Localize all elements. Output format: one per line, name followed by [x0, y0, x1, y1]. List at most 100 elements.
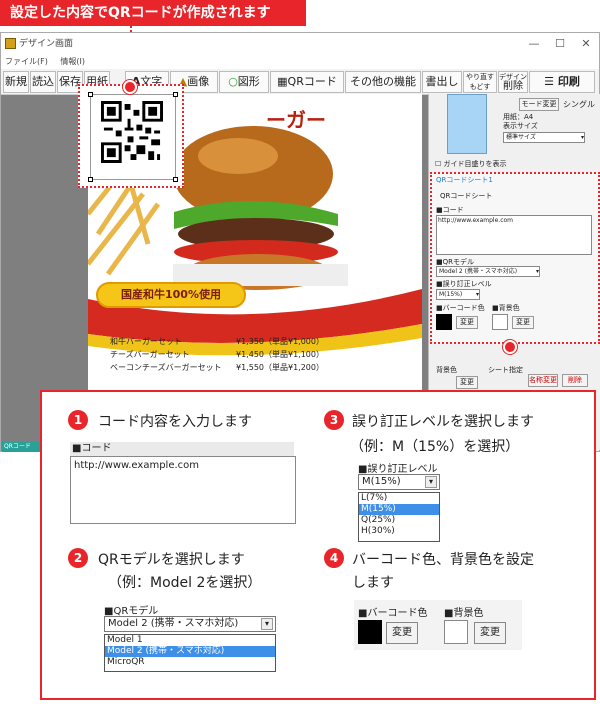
- model-option[interactable]: MicroQR: [105, 657, 275, 668]
- taskbar-tab[interactable]: QRコード: [2, 442, 42, 452]
- step-number: 4: [324, 548, 344, 568]
- ec-select[interactable]: M(15%) ▾: [436, 289, 480, 300]
- barcode-color-change-button[interactable]: 変更: [386, 622, 418, 644]
- poster-badge: 国産和牛100%使用: [96, 282, 246, 308]
- shape-button[interactable]: ○図形: [219, 71, 269, 93]
- step-example: （例：Model 2を選択）: [108, 575, 262, 591]
- ec-option-selected[interactable]: M(15%): [359, 504, 439, 515]
- new-button[interactable]: 新規: [3, 71, 29, 93]
- step-title: QRモデルを選択します: [98, 552, 245, 568]
- resize-handle[interactable]: [173, 92, 178, 97]
- menu-info[interactable]: 情報(I): [60, 57, 85, 66]
- title-bar: デザイン画面 — ☐ ✕: [1, 33, 599, 55]
- rename-button[interactable]: 名称変更: [528, 374, 558, 387]
- chevron-down-icon: ▾: [425, 476, 437, 488]
- menu-row: 和牛バーガーセット ¥1,350（単品¥1,000）: [110, 337, 324, 346]
- menu-file[interactable]: ファイル(F): [5, 57, 48, 66]
- ec-options-list: L(7%) M(15%) Q(25%) H(30%): [358, 492, 440, 542]
- qr-icon: ▦: [277, 75, 288, 88]
- group-title: QRコードシート: [440, 192, 493, 200]
- bg-color-swatch: [444, 620, 468, 644]
- qr-code-icon: [101, 101, 163, 163]
- ec-option[interactable]: Q(25%): [359, 515, 439, 526]
- page-thumbnail[interactable]: [447, 94, 487, 154]
- color-setting-group: ■バーコード色 ■背景色 変更 変更: [354, 600, 522, 650]
- other-functions-button[interactable]: その他の機能: [345, 71, 421, 93]
- chevron-down-icon: ▾: [261, 618, 273, 630]
- callout-banner: 設定した内容でQRコードが作成されます: [0, 0, 306, 26]
- bg-color-change-button[interactable]: 変更: [474, 622, 506, 644]
- ec-option[interactable]: L(7%): [359, 493, 439, 504]
- undo-redo-button[interactable]: やり直す もどす: [463, 71, 497, 93]
- print-button[interactable]: ☰ 印刷: [529, 71, 595, 93]
- chevron-down-icon: ▾: [475, 291, 479, 298]
- chevron-down-icon: ▾: [580, 134, 584, 141]
- bottom-panel: 背景色 変更 シート指定 名称変更 削除: [432, 366, 596, 390]
- step-title-cont: します: [352, 575, 394, 591]
- callout-dot: [123, 80, 137, 94]
- resize-handle[interactable]: [88, 92, 93, 97]
- model-option[interactable]: Model 1: [105, 635, 275, 646]
- step-title: バーコード色、背景色を設定: [352, 552, 534, 568]
- step-example: （例：M（15%）を選択）: [350, 439, 520, 455]
- mode-change-button[interactable]: モード変更: [519, 98, 559, 111]
- ec-option[interactable]: H(30%): [359, 526, 439, 537]
- ec-label: ■誤り訂正レベル: [358, 464, 438, 475]
- instruction-box: 1 コード内容を入力します ■コード http://www.example.co…: [40, 390, 596, 700]
- model-label: ■QRモデル: [104, 606, 159, 617]
- sheet-title: QRコードシート1: [436, 176, 493, 184]
- bg-color-label: ■背景色: [492, 304, 520, 312]
- ec-select[interactable]: M(15%) ▾: [358, 474, 440, 490]
- qr-code-object[interactable]: [88, 92, 178, 182]
- model-select[interactable]: Model 2 (携帯・スマホ対応) ▾: [436, 266, 540, 277]
- bottom-sheet-label: シート指定: [488, 366, 523, 374]
- step-number: 1: [68, 410, 88, 430]
- chevron-down-icon: ▾: [535, 268, 539, 275]
- app-icon: [5, 38, 16, 49]
- model-select[interactable]: Model 2 (携帯・スマホ対応) ▾: [104, 616, 276, 632]
- display-size-label: 表示サイズ: [503, 122, 538, 130]
- display-size-select[interactable]: 標準サイズ ▾: [503, 132, 585, 143]
- menu-row: ベーコンチーズバーガーセット ¥1,550（単品¥1,200）: [110, 363, 324, 372]
- maximize-icon[interactable]: ☐: [547, 33, 573, 55]
- resize-handle[interactable]: [173, 177, 178, 182]
- bg-color-label: ■背景色: [444, 608, 484, 619]
- code-textarea[interactable]: http://www.example.com: [70, 456, 296, 524]
- barcode-color-label: ■バーコード色: [436, 304, 485, 312]
- poster-menu: 和牛バーガーセット ¥1,350（単品¥1,000） チーズバーガーセット ¥1,4…: [110, 336, 410, 375]
- resize-handle[interactable]: [88, 177, 93, 182]
- close-icon[interactable]: ✕: [573, 33, 599, 55]
- bg-color-change-button[interactable]: 変更: [512, 316, 534, 329]
- window-title: デザイン画面: [19, 39, 74, 49]
- paper-label: 用紙：A4: [503, 113, 534, 121]
- model-options-list: Model 1 Model 2 (携帯・スマホ対応) MicroQR: [104, 634, 276, 672]
- ec-label: ■誤り訂正レベル: [436, 280, 492, 288]
- open-button[interactable]: 読込: [30, 71, 56, 93]
- printer-icon: ☰: [544, 75, 558, 88]
- code-textarea[interactable]: http://www.example.com: [436, 215, 592, 255]
- guide-checkbox[interactable]: ☐ ガイド目盛りを表示: [435, 160, 507, 169]
- qr-button[interactable]: ▦QRコード: [270, 71, 344, 93]
- barcode-color-change-button[interactable]: 変更: [456, 316, 478, 329]
- model-option-selected[interactable]: Model 2 (携帯・スマホ対応): [105, 646, 275, 657]
- step-number: 2: [68, 548, 88, 568]
- design-delete-button[interactable]: デザイン 削除: [498, 71, 528, 93]
- step-title: 誤り訂正レベルを選択します: [352, 414, 534, 430]
- code-label: ■コード: [70, 442, 294, 456]
- barcode-color-swatch: [436, 314, 452, 330]
- code-label: ■コード: [436, 206, 464, 214]
- bottom-bg-change-button[interactable]: 変更: [456, 376, 478, 389]
- delete-button[interactable]: 削除: [562, 374, 588, 387]
- minimize-icon[interactable]: —: [521, 33, 547, 55]
- shape-icon: ○: [228, 75, 238, 88]
- callout-dot: [503, 340, 517, 354]
- barcode-color-swatch: [358, 620, 382, 644]
- export-button[interactable]: 書出し: [422, 71, 462, 93]
- menu-bar: ファイル(F) 情報(I): [1, 55, 599, 69]
- qr-property-panel: QRコードシート1 QRコードシート ■コード http://www.examp…: [430, 172, 600, 344]
- menu-row: チーズバーガーセット ¥1,450（単品¥1,100）: [110, 350, 324, 359]
- bg-color-swatch: [492, 314, 508, 330]
- step-title: コード内容を入力します: [98, 414, 252, 430]
- mode-value: シングル: [563, 100, 595, 109]
- barcode-color-label: ■バーコード色: [358, 608, 428, 619]
